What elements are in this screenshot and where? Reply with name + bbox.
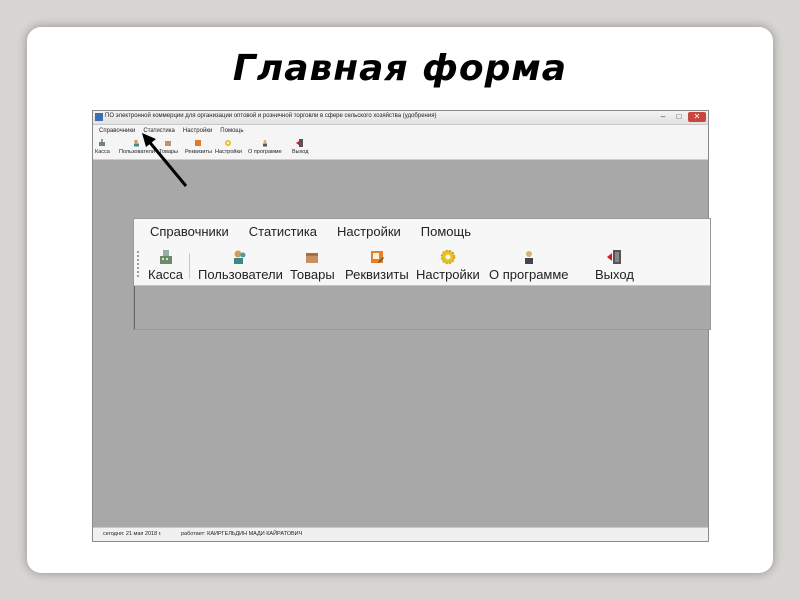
pointer-arrow-icon	[142, 133, 188, 187]
